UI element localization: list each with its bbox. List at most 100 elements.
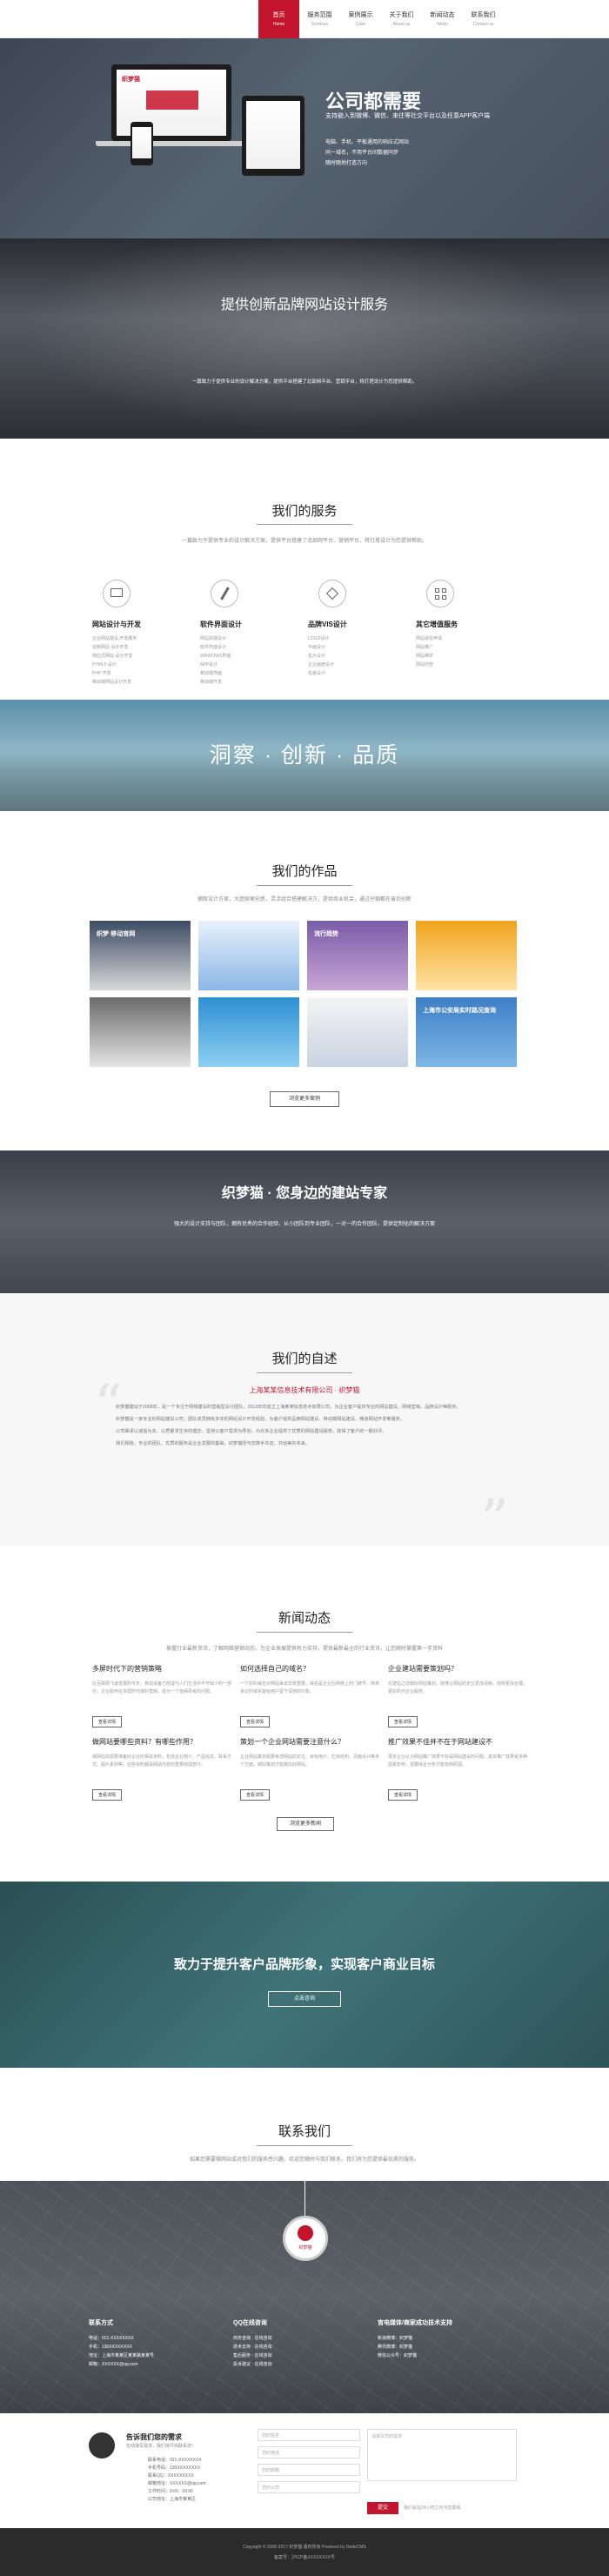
news-more-button[interactable]: 查看详情	[240, 1789, 271, 1801]
contact-info: 联系方式 电话：021-XXXXXXXX 手机：130XXXXXXXX 地址：上…	[89, 2318, 237, 2369]
about-paragraph: 织梦猫建站于2008年，是一个专注于网络建设的营销型设计团队，2013年时成立上…	[116, 1405, 461, 1410]
nav-label-en: Services	[311, 22, 329, 27]
service-line: 响应式网站 设计开发	[92, 654, 133, 659]
service-line: WINDOWS界面	[200, 654, 231, 659]
company-input[interactable]: 您的公司	[258, 2481, 360, 2493]
news-item[interactable]: 企业建站需要策划吗？ 在建站之前做好网站策划，能够让网站的定位更加清晰，结构更加合…	[388, 1664, 527, 1727]
news-text: 很多企业认为网站推广效果不好是网站建设的问题，其实推广效果受多种因素影响，需要综…	[388, 1754, 527, 1768]
top-nav: 首页 Home 服务范围 Services 案例展示 Case 关于我们 About u…	[0, 0, 609, 38]
nav-menu: 首页 Home 服务范围 Services 案例展示 Case 关于我们 About u…	[258, 0, 504, 38]
work-thumb[interactable]: 上海市公安局实时路况查询	[416, 997, 517, 1067]
work-thumb[interactable]	[198, 921, 299, 990]
nav-item-contact[interactable]: 联系我们 Contact us	[463, 0, 504, 38]
section-title: 我们的作品	[271, 864, 338, 879]
service-title: 品牌VIS设计	[308, 621, 347, 628]
nav-label: 新闻动态	[430, 12, 455, 18]
tablet-mockup	[242, 96, 304, 176]
nav-item-news[interactable]: 新闻动态 News	[422, 0, 463, 38]
service-line: 包装设计	[308, 671, 326, 676]
more-news-button[interactable]: 浏览更多新闻	[277, 1817, 334, 1831]
nav-item-about[interactable]: 关于我们 About us	[381, 0, 422, 38]
nav-label-en: About us	[392, 22, 411, 27]
work-thumb[interactable]: 织梦·移动官网	[90, 921, 191, 990]
map-pin[interactable]: 织梦猫	[283, 2216, 328, 2261]
section-title: 新闻动态	[278, 1611, 331, 1626]
qq-link[interactable]: 商务咨询 · 在线咨询	[233, 2334, 381, 2343]
service-other[interactable]: 其它增值服务 网站域名申请 网站推广 网站维护 网站托管	[416, 580, 512, 669]
social-link[interactable]: 微信公众号：织梦猫	[378, 2351, 525, 2360]
expert-section: 织梦猫 · 您身边的建站专家 强大的设计支持与团队，拥有优秀的合作经验，从小团队…	[0, 1150, 609, 1293]
name-input[interactable]: 您的姓名	[258, 2429, 360, 2441]
contact-section: 联系我们 如果您需要做网站或对我们的服务感兴趣，欢迎您随时与我们联系，我们将为您…	[0, 2068, 609, 2181]
service-title: 软件界面设计	[200, 621, 242, 628]
pen-icon	[211, 580, 238, 607]
hero-title: 公司都需要	[325, 91, 422, 112]
phone-input[interactable]: 您的电话	[258, 2446, 360, 2459]
more-works-button[interactable]: 浏览更多案例	[270, 1091, 339, 1107]
news-more-button[interactable]: 查看详情	[388, 1789, 418, 1801]
nav-label: 首页	[272, 12, 285, 18]
qq-link[interactable]: 投诉建议 · 在线咨询	[233, 2360, 381, 2369]
work-thumb[interactable]: 流行趋势	[307, 921, 408, 990]
section-desc: 一篇致力于提供专业的设计解决方案，提供平台搭建了北部网平台、营销平台，将灯塔设计…	[181, 539, 427, 544]
qq-link[interactable]: 技术支持 · 在线咨询	[233, 2343, 381, 2351]
about-text: 织梦猫建站于2008年，是一个专注于网络建设的营销型设计团队，2013年时成立上…	[116, 1403, 492, 1452]
about-paragraph: 我们相信，专业的团队、优质的服务是企业发展的基础，织梦猫愿与您携手共进，共创美好…	[116, 1441, 311, 1446]
service-title: 其它增值服务	[416, 621, 458, 628]
service-web[interactable]: 网站设计与开发 企业网站建设 开发服务 定制网站 设计开发 响应式网站 设计开发…	[92, 580, 188, 687]
news-title: 如何选择自己的域名？	[240, 1665, 310, 1673]
work-thumb[interactable]	[198, 997, 299, 1067]
about-paragraph: 公司秉承以诚信为本、以质量求生存的理念，坚持以客户需求为导向，为众多企业提供了优…	[116, 1429, 387, 1434]
expert-desc: 强大的设计支持与团队，拥有优秀的合作经验，从小团队到专业团队，一对一的合作团队，…	[173, 1222, 435, 1227]
news-more-button[interactable]: 查看详情	[240, 1716, 271, 1727]
nav-item-services[interactable]: 服务范围 Services	[299, 0, 340, 38]
promo-section: 致力于提升客户品牌形象，实现客户商业目标 点击咨询	[0, 1882, 609, 2068]
section-title: 我们的自述	[271, 1352, 338, 1366]
email-input[interactable]: 您的邮箱	[258, 2464, 360, 2476]
news-item[interactable]: 策划一个企业网站需要注意什么？ 企业网站策划需要考虑网站的定位、目标用户、栏目结构…	[240, 1737, 379, 1801]
work-thumb[interactable]	[416, 921, 517, 990]
news-title: 企业建站需要策划吗？	[388, 1665, 458, 1673]
service-line: 移动端界面	[200, 671, 223, 676]
qq-consult: QQ在线咨询 商务咨询 · 在线咨询 技术支持 · 在线咨询 售后服务 · 在线…	[233, 2318, 381, 2369]
message-textarea[interactable]: 请填写您的需求	[367, 2429, 517, 2481]
news-text: 在建站之前做好网站策划，能够让网站的定位更加清晰，结构更加合理，更好的为企业服务…	[388, 1681, 527, 1694]
news-item[interactable]: 如何选择自己的域名？ 一个好的域名对网站来说非常重要，域名是企业在网络上的门牌号，…	[240, 1664, 379, 1727]
hero-subtitle: 支持嵌入到微博、微信、来往等社交平台以及任意APP客户端	[325, 113, 491, 119]
col-title: QQ在线咨询	[233, 2320, 267, 2326]
news-text: 在互联网飞速发展的今天，移动设备已经成为人们生活中不可缺少的一部分，企业如何在多…	[92, 1681, 231, 1694]
social-link[interactable]: 新浪微博：织梦猫	[378, 2334, 525, 2343]
news-more-button[interactable]: 查看详情	[92, 1716, 123, 1727]
service-ui[interactable]: 软件界面设计 网站前端设计 软件界面设计 WINDOWS界面 APP设计 移动端…	[200, 580, 296, 687]
service-vis[interactable]: 品牌VIS设计 LOGO设计 平面设计 名片设计 企业画册设计 包装设计	[308, 580, 404, 678]
service-line: 企业画册设计	[308, 662, 335, 667]
hero-banner: 织梦猫 公司都需要 支持嵌入到微博、微信、来往等社交平台以及任意APP客户端 电…	[0, 38, 609, 238]
nav-label-en: Home	[272, 22, 285, 27]
submit-button[interactable]: 提交	[367, 2502, 398, 2514]
work-thumb[interactable]	[307, 997, 408, 1067]
news-more-button[interactable]: 查看详情	[388, 1716, 418, 1727]
service-line: 网站托管	[416, 662, 434, 667]
promo-title: 致力于提升客户品牌形象，实现客户商业目标	[173, 1957, 435, 1972]
service-title: 网站设计与开发	[92, 621, 141, 628]
nav-item-home[interactable]: 首页 Home	[258, 0, 299, 38]
info-line: 工作时间：9:00 - 18:00	[148, 2489, 193, 2494]
contact-line: 邮箱：XXXXXX@qq.com	[89, 2362, 138, 2367]
qq-link[interactable]: 售后服务 · 在线咨询	[233, 2351, 381, 2360]
info-line: 联系QQ：XXXXXXXXX	[148, 2473, 194, 2479]
consult-button[interactable]: 点击咨询	[268, 1991, 341, 2007]
form-title: 告诉我们您的需求	[126, 2433, 182, 2441]
work-thumb[interactable]	[90, 997, 191, 1067]
icp-number[interactable]: 备案号：沪ICP备XXXXXXXX号	[0, 2554, 609, 2560]
news-item[interactable]: 推广效果不佳并不在于网站建设不 很多企业认为网站推广效果不好是网站建设的问题，其实…	[388, 1737, 527, 1801]
nav-item-case[interactable]: 案例展示 Case	[340, 0, 381, 38]
news-item[interactable]: 做网站要哪些资料？有哪些作用？ 做网站前需要准备好企业的相关资料，包括企业简介、产…	[92, 1737, 231, 1801]
service-line: PHP 开发	[92, 671, 111, 676]
section-desc: 掌握行业最新资讯，了解网络营销动态，为企业发展提供有力支持，提供最新最全的行业资…	[165, 1647, 443, 1652]
news-section: 新闻动态 掌握行业最新资讯，了解网络营销动态，为企业发展提供有力支持，提供最新最…	[0, 1546, 609, 1882]
social-link[interactable]: 腾讯微博：织梦猫	[378, 2343, 525, 2351]
news-more-button[interactable]: 查看详情	[92, 1789, 123, 1801]
news-item[interactable]: 多屏时代下的营销策略 在互联网飞速发展的今天，移动设备已经成为人们生活中不可缺少的…	[92, 1664, 231, 1727]
service-line: 网站前端设计	[200, 636, 227, 641]
company-name: 上海某某信息技术有限公司 · 织梦猫	[249, 1386, 360, 1394]
